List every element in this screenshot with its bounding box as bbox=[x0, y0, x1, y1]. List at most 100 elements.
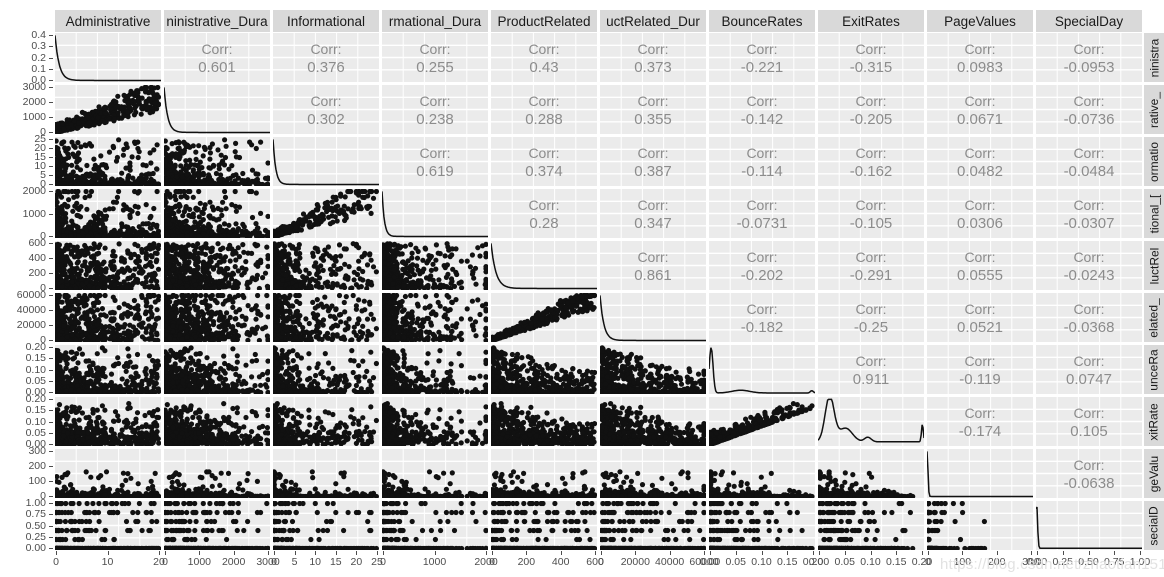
corr-label: Corr: bbox=[382, 146, 488, 160]
x-tick-mark bbox=[1037, 551, 1038, 555]
x-tick-mark bbox=[383, 551, 384, 555]
y-tick-label: 0.10 bbox=[0, 365, 46, 376]
y-tick-mark bbox=[49, 117, 53, 118]
corr-panel-Administrative-Informational: Corr: 0.376 bbox=[273, 33, 379, 82]
corr-value: -0.221 bbox=[709, 60, 815, 75]
x-tick-mark bbox=[819, 551, 820, 555]
scatter-panel-PageValues-Administrative_Duration bbox=[164, 449, 270, 498]
corr-value: 0.861 bbox=[600, 268, 706, 283]
row-strip-specialday: secialD bbox=[1144, 501, 1164, 550]
corr-panel-Administrative_Duration-ProductRelated: Corr: 0.288 bbox=[491, 85, 597, 134]
x-tick-mark bbox=[274, 551, 275, 555]
x-tick-mark bbox=[159, 551, 160, 555]
scatter-panel-PageValues-ProductRelated_Duration bbox=[600, 449, 706, 498]
row-strip-label: elated_ bbox=[1147, 298, 1161, 337]
y-tick-label: 25 bbox=[0, 134, 46, 145]
corr-panel-BounceRates-ExitRates: Corr: 0.911 bbox=[818, 345, 924, 394]
scatter-panel-ProductRelated-Informational bbox=[273, 241, 379, 290]
column-strip-label: ProductRelated bbox=[497, 14, 590, 29]
density-panel-ProductRelated_Duration bbox=[600, 293, 706, 342]
y-tick-mark bbox=[49, 548, 53, 549]
corr-panel-Informational_Duration-SpecialDay: Corr: -0.0307 bbox=[1036, 189, 1142, 238]
corr-value: -0.0953 bbox=[1036, 60, 1142, 75]
y-tick-mark bbox=[49, 358, 53, 359]
scatter-panel-Informational-Administrative_Duration bbox=[164, 137, 270, 186]
x-tick-mark bbox=[486, 551, 487, 555]
y-tick-mark bbox=[49, 340, 53, 341]
scatter-panel-ProductRelated-Administrative_Duration bbox=[164, 241, 270, 290]
corr-value: 0.28 bbox=[491, 216, 597, 231]
y-tick-label: 200 bbox=[0, 461, 46, 472]
corr-panel-BounceRates-SpecialDay: Corr: 0.0747 bbox=[1036, 345, 1142, 394]
corr-panel-Informational-Informational_Duration: Corr: 0.619 bbox=[382, 137, 488, 186]
corr-value: -0.142 bbox=[709, 112, 815, 127]
column-strip-label: BounceRates bbox=[721, 14, 802, 29]
density-panel-Administrative_Duration bbox=[164, 85, 270, 134]
y-tick-mark bbox=[49, 139, 53, 140]
scatter-panel-PageValues-Informational_Duration bbox=[382, 449, 488, 498]
row-strip-pagevalues: geValu bbox=[1144, 449, 1164, 498]
corr-value: -0.0638 bbox=[1036, 476, 1142, 491]
scatter-panel-PageValues-Informational bbox=[273, 449, 379, 498]
row-strip-label: luctRel bbox=[1147, 247, 1161, 284]
density-panel-SpecialDay bbox=[1036, 501, 1142, 550]
corr-value: -0.0243 bbox=[1036, 268, 1142, 283]
x-tick-mark bbox=[670, 551, 671, 555]
corr-value: -0.119 bbox=[927, 372, 1033, 387]
corr-panel-ProductRelated-ExitRates: Corr: -0.291 bbox=[818, 241, 924, 290]
corr-value: 0.911 bbox=[818, 372, 924, 387]
corr-label: Corr: bbox=[382, 42, 488, 56]
y-tick-label: 0.75 bbox=[0, 509, 46, 520]
y-tick-mark bbox=[49, 381, 53, 382]
column-strip-label: uctRelated_Dur bbox=[606, 14, 700, 29]
corr-value: -0.182 bbox=[709, 320, 815, 335]
y-tick-label: 100 bbox=[0, 476, 46, 487]
corr-panel-Administrative-BounceRates: Corr: -0.221 bbox=[709, 33, 815, 82]
corr-panel-ProductRelated-PageValues: Corr: 0.0555 bbox=[927, 241, 1033, 290]
corr-panel-ProductRelated-BounceRates: Corr: -0.202 bbox=[709, 241, 815, 290]
scatter-panel-PageValues-ProductRelated bbox=[491, 449, 597, 498]
column-strip-label: rmational_Dura bbox=[389, 14, 481, 29]
corr-value: 0.601 bbox=[164, 60, 270, 75]
y-tick-label: 0.2 bbox=[0, 53, 46, 64]
column-strip-label: SpecialDay bbox=[1055, 14, 1123, 29]
corr-panel-Administrative_Duration-PageValues: Corr: 0.0671 bbox=[927, 85, 1033, 134]
corr-label: Corr: bbox=[382, 94, 488, 108]
row-strip-exitrates: xitRate bbox=[1144, 397, 1164, 446]
x-tick-mark bbox=[108, 551, 109, 555]
y-tick-mark bbox=[49, 35, 53, 36]
scatter-panel-BounceRates-Administrative_Duration bbox=[164, 345, 270, 394]
x-tick-label: 10 bbox=[86, 557, 130, 568]
corr-panel-Informational_Duration-ProductRelated: Corr: 0.28 bbox=[491, 189, 597, 238]
row-strip-administrative_duration: rative_ bbox=[1144, 85, 1164, 134]
corr-label: Corr: bbox=[491, 42, 597, 56]
scatter-panel-ExitRates-BounceRates bbox=[709, 397, 815, 446]
scatter-panel-PageValues-BounceRates bbox=[709, 449, 815, 498]
corr-label: Corr: bbox=[927, 198, 1033, 212]
x-tick-mark bbox=[1114, 551, 1115, 555]
y-tick-mark bbox=[49, 58, 53, 59]
corr-value: -0.0731 bbox=[709, 216, 815, 231]
corr-label: Corr: bbox=[1036, 94, 1142, 108]
corr-label: Corr: bbox=[600, 146, 706, 160]
x-tick-mark bbox=[1031, 551, 1032, 555]
corr-panel-Informational-BounceRates: Corr: -0.114 bbox=[709, 137, 815, 186]
y-tick-label: 3000 bbox=[0, 82, 46, 93]
corr-value: -0.315 bbox=[818, 60, 924, 75]
scatter-panel-ProductRelated-Administrative bbox=[55, 241, 161, 290]
x-tick-mark bbox=[199, 551, 200, 555]
corr-label: Corr: bbox=[1036, 198, 1142, 212]
corr-panel-ProductRelated_Duration-SpecialDay: Corr: -0.0368 bbox=[1036, 293, 1142, 342]
scatter-panel-BounceRates-Administrative bbox=[55, 345, 161, 394]
corr-label: Corr: bbox=[818, 198, 924, 212]
corr-value: -0.114 bbox=[709, 164, 815, 179]
y-tick-mark bbox=[49, 184, 53, 185]
scatter-panel-SpecialDay-ProductRelated_Duration bbox=[600, 501, 706, 550]
corr-label: Corr: bbox=[818, 354, 924, 368]
y-tick-mark bbox=[49, 466, 53, 467]
corr-panel-Administrative-ProductRelated: Corr: 0.43 bbox=[491, 33, 597, 82]
scatter-panel-ProductRelated_Duration-ProductRelated bbox=[491, 293, 597, 342]
column-strip-label: Informational bbox=[287, 14, 365, 29]
corr-label: Corr: bbox=[709, 302, 815, 316]
row-strip-label: xitRate bbox=[1147, 403, 1161, 440]
